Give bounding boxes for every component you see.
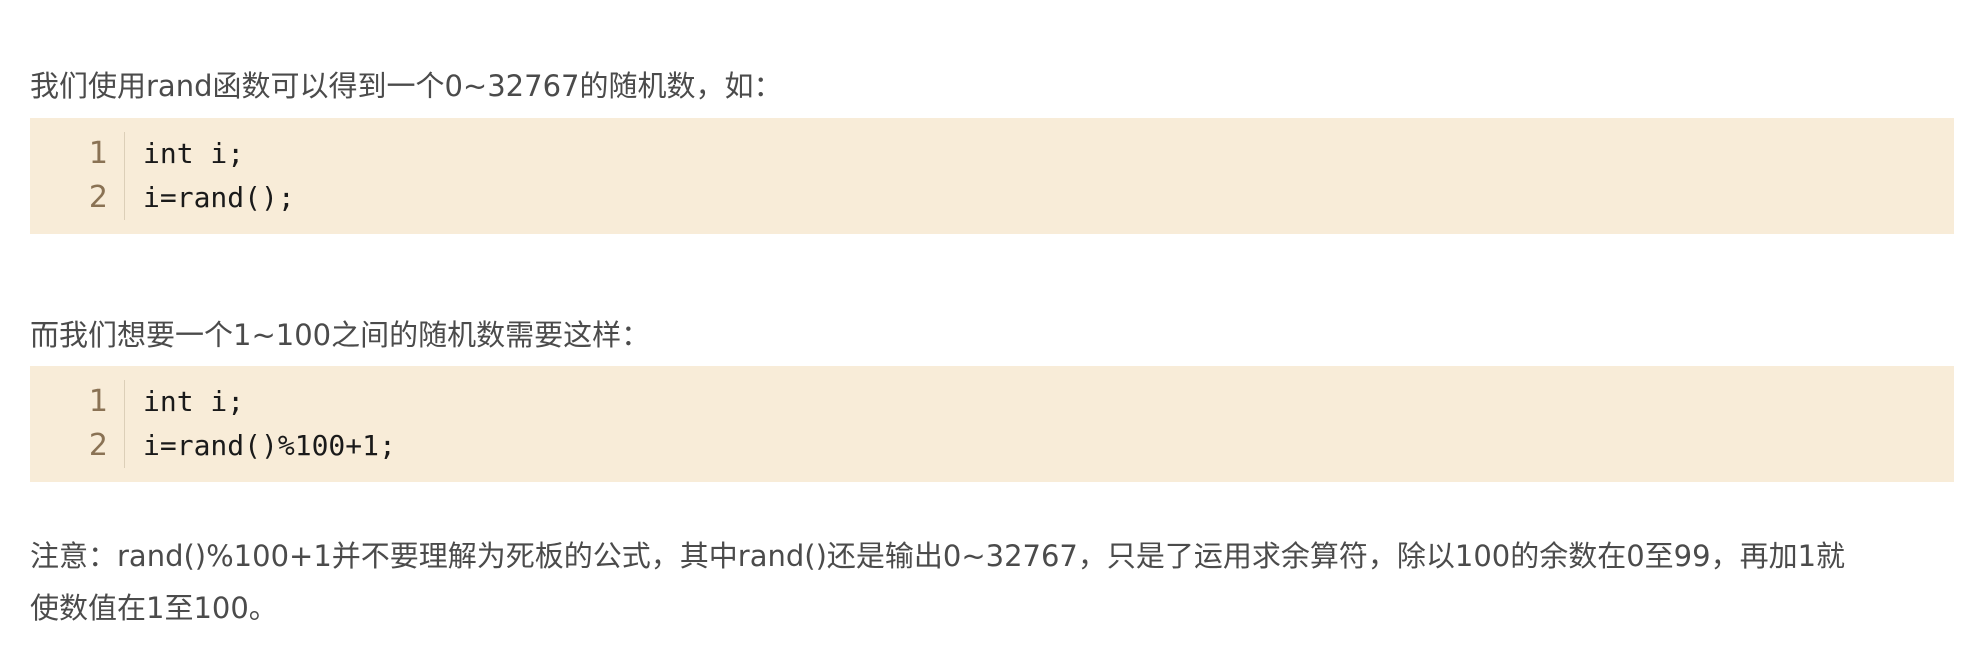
code-block-rand: 1 2 int i; i=rand(); — [30, 118, 1954, 234]
range-paragraph: 而我们想要一个1~100之间的随机数需要这样： — [30, 318, 651, 352]
note-paragraph: 注意：rand()%100+1并不要理解为死板的公式，其中rand()还是输出0… — [30, 530, 1954, 634]
code-line: i=rand(); — [143, 181, 295, 214]
line-number: 2 — [88, 180, 108, 215]
line-number-gutter: 1 2 — [30, 380, 125, 468]
code-line: i=rand()%100+1; — [143, 429, 396, 462]
note-line-2: 使数值在1至100。 — [30, 591, 278, 625]
note-line-1: 注意：rand()%100+1并不要理解为死板的公式，其中rand()还是输出0… — [30, 539, 1846, 573]
line-number: 2 — [88, 428, 108, 463]
code-lines: int i; i=rand(); — [143, 132, 295, 220]
intro-paragraph: 我们使用rand函数可以得到一个0~32767的随机数，如： — [30, 69, 783, 103]
code-lines: int i; i=rand()%100+1; — [143, 380, 396, 468]
line-number-gutter: 1 2 — [30, 132, 125, 220]
code-line: int i; — [143, 137, 245, 170]
code-line: int i; — [143, 385, 245, 418]
line-number: 1 — [88, 136, 108, 171]
line-number: 1 — [88, 384, 108, 419]
code-block-rand-mod: 1 2 int i; i=rand()%100+1; — [30, 366, 1954, 482]
